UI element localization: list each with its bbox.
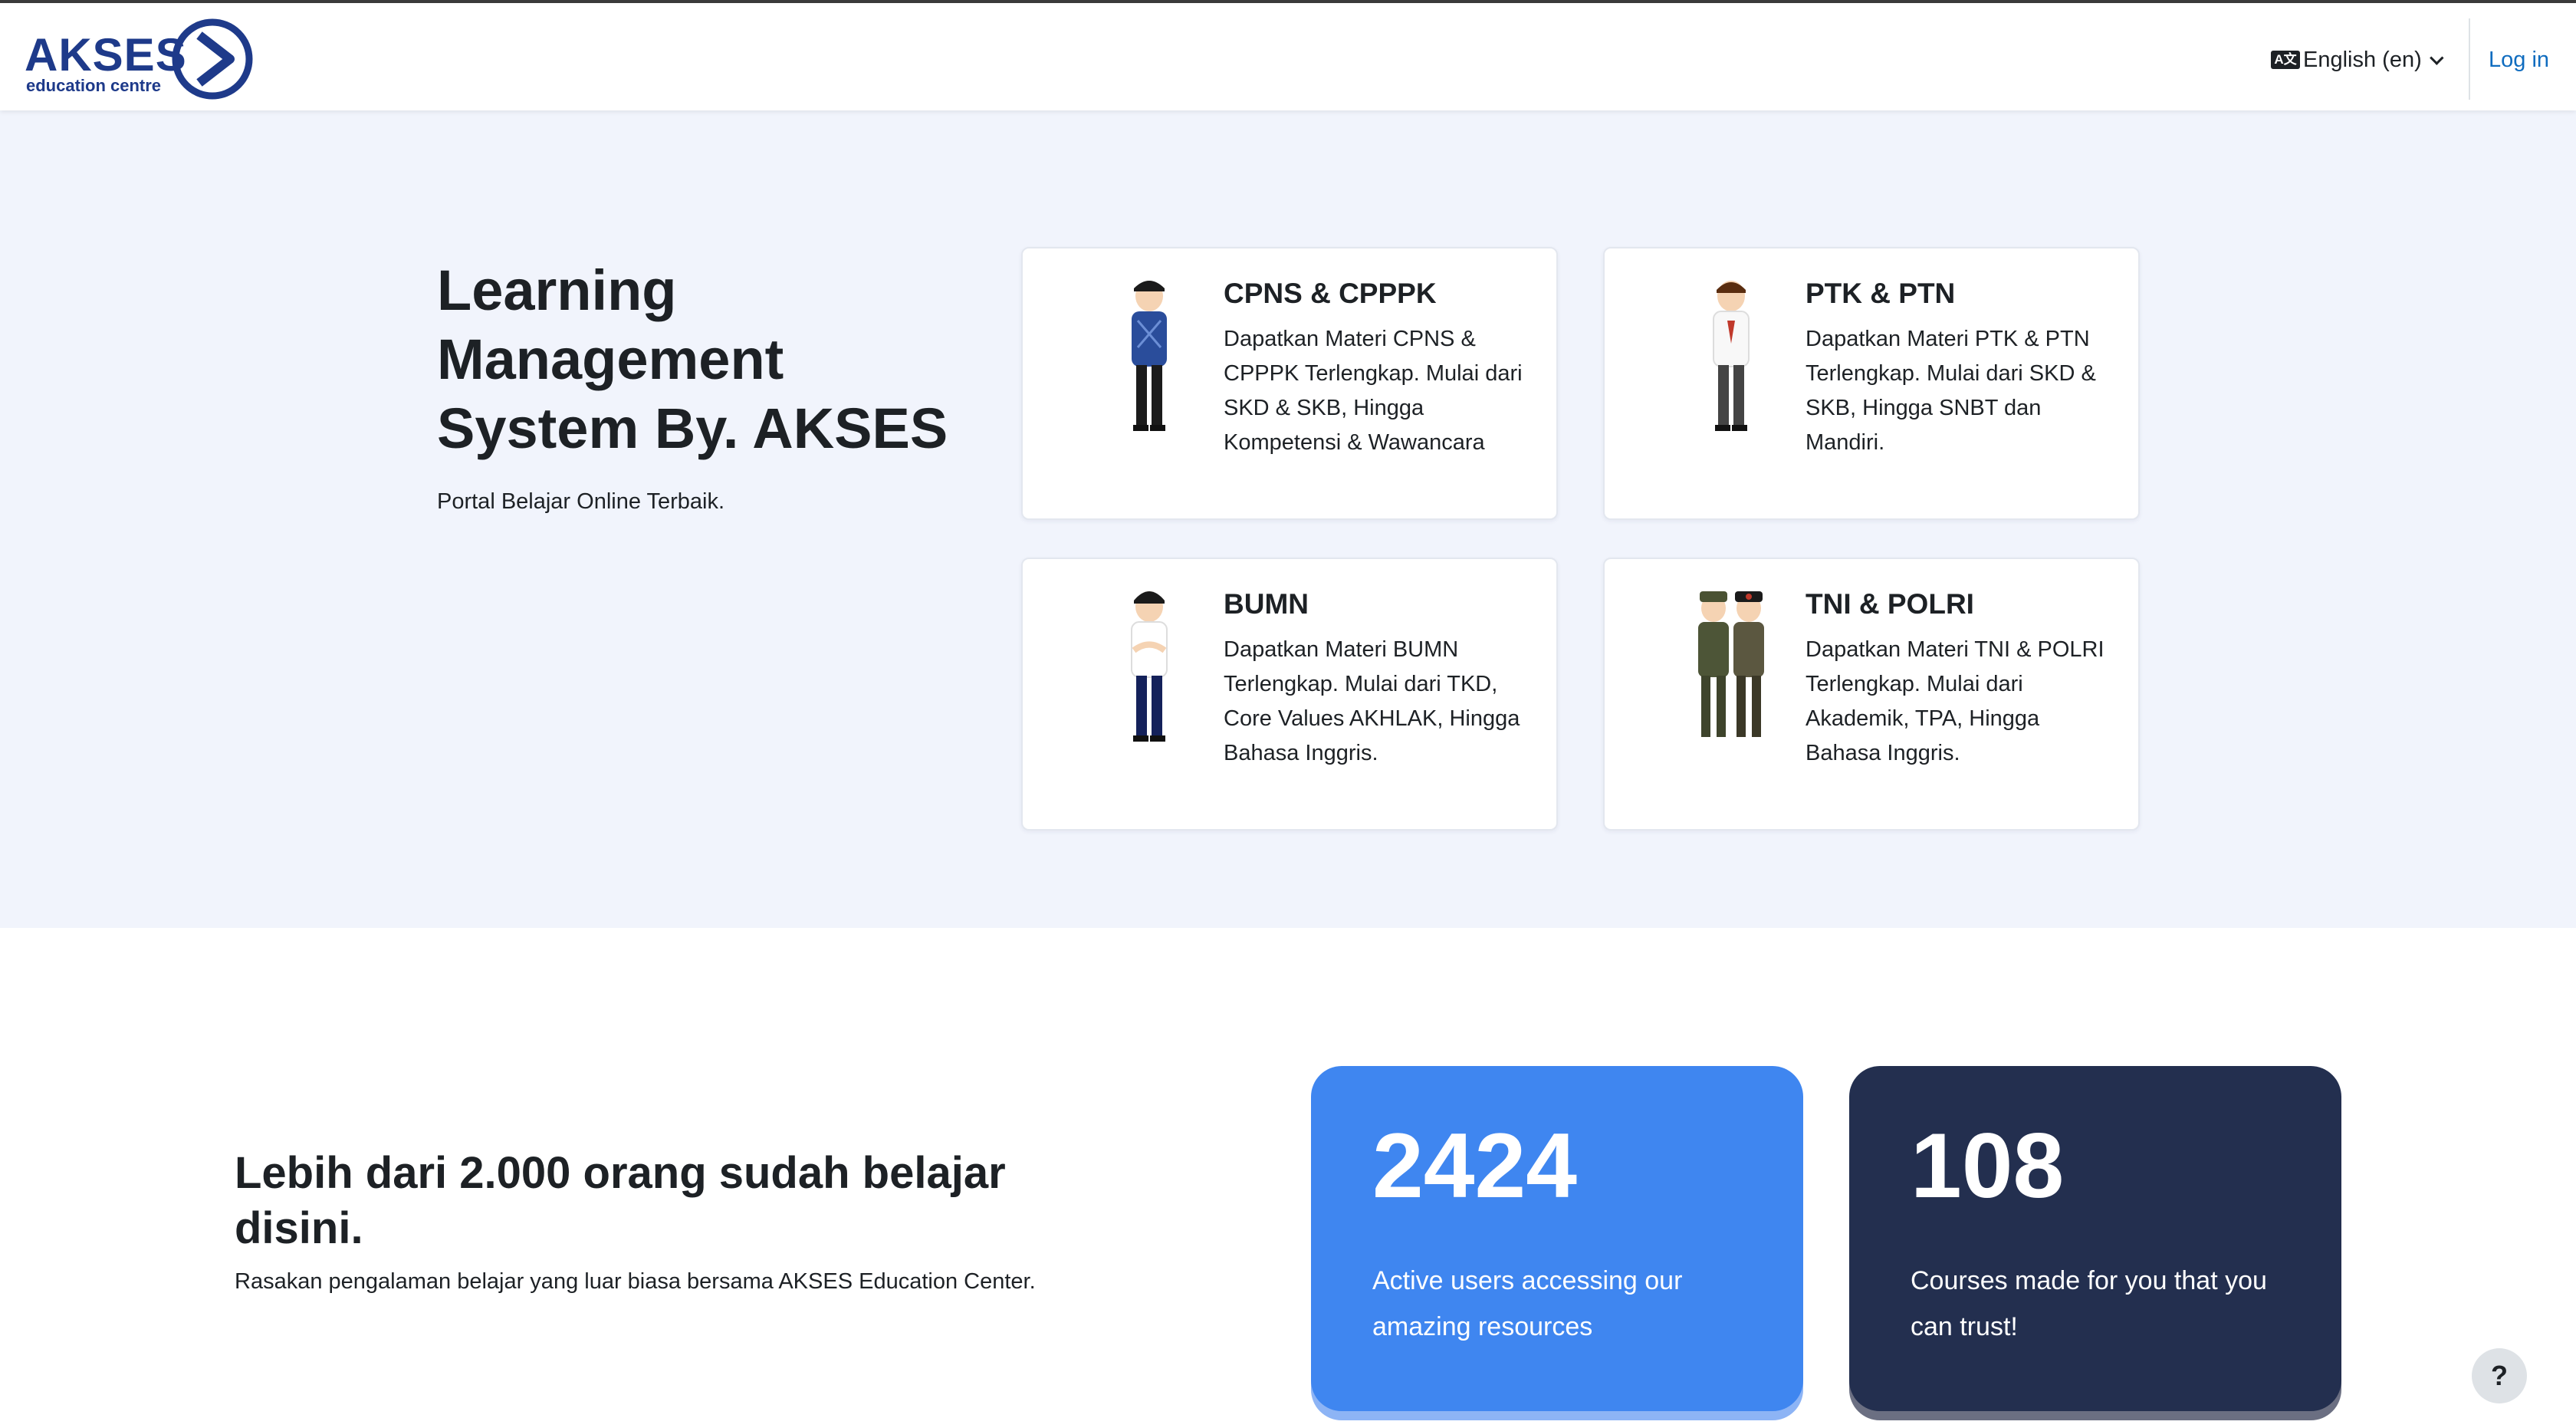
card-description: Dapatkan Materi TNI & POLRI Terlengkap. … (1806, 637, 2104, 765)
stats-section-subtitle: Rasakan pengalaman belajar yang luar bia… (235, 1269, 1036, 1294)
logo-wordmark: AKSES (25, 29, 187, 81)
hero-subtitle: Portal Belajar Online Terbaik. (437, 489, 725, 514)
navbar-divider (2469, 18, 2470, 100)
language-icon: A文 (2271, 51, 2300, 69)
card-title: PTK & PTN (1806, 278, 1956, 309)
stat-number: 2424 (1372, 1114, 1577, 1217)
login-link[interactable]: Log in (2489, 44, 2549, 75)
employee-figure-icon (1131, 591, 1168, 742)
card-description: Dapatkan Materi CPNS & CPPPK Terlengkap.… (1224, 327, 1523, 455)
military-police-figures-icon (1698, 591, 1764, 737)
card-description: Dapatkan Materi PTK & PTN Terlengkap. Mu… (1806, 327, 2096, 455)
card-title: TNI & POLRI (1806, 588, 1974, 620)
stat-description: Courses made for you that you can trust! (1911, 1266, 2267, 1341)
hero-section: Learning Management System By. AKSES Por… (0, 110, 2576, 928)
category-card-bumn[interactable]: BUMN Dapatkan Materi BUMN Terlengkap. Mu… (1021, 558, 1558, 831)
language-label: English (en) (2303, 47, 2422, 72)
help-button[interactable]: ? (2472, 1348, 2527, 1403)
category-card-tni-polri[interactable]: TNI & POLRI Dapatkan Materi TNI & POLRI … (1603, 558, 2140, 831)
category-card-ptk[interactable]: PTK & PTN Dapatkan Materi PTK & PTN Terl… (1603, 247, 2140, 520)
card-title: CPNS & CPPPK (1224, 278, 1437, 309)
chevron-down-icon (2429, 50, 2444, 65)
language-selector[interactable]: A文 English (en) (2271, 44, 2444, 75)
stats-section-title: Lebih dari 2.000 orang sudah belajar dis… (235, 1148, 1006, 1253)
stat-description: Active users accessing our amazing resou… (1372, 1266, 1683, 1341)
civil-servant-figure-icon (1132, 281, 1167, 431)
hero-title: Learning Management System By. AKSES (437, 258, 948, 460)
category-card-cpns[interactable]: CPNS & CPPPK Dapatkan Materi CPNS & CPPP… (1021, 247, 1558, 520)
akses-logo[interactable]: AKSES education centre (23, 17, 261, 101)
stat-number: 108 (1911, 1114, 2065, 1217)
logo-tagline: education centre (26, 76, 162, 95)
card-description: Dapatkan Materi BUMN Terlengkap. Mulai d… (1224, 637, 1520, 765)
card-title: BUMN (1224, 588, 1309, 620)
navbar: AKSES education centre A文 English (en) L… (0, 3, 2576, 110)
stat-card-users: 2424 Active users accessing our amazing … (1311, 1066, 1803, 1411)
student-figure-icon (1713, 281, 1750, 431)
logo-arrow-icon (172, 18, 253, 100)
stat-card-courses: 108 Courses made for you that you can tr… (1849, 1066, 2341, 1411)
